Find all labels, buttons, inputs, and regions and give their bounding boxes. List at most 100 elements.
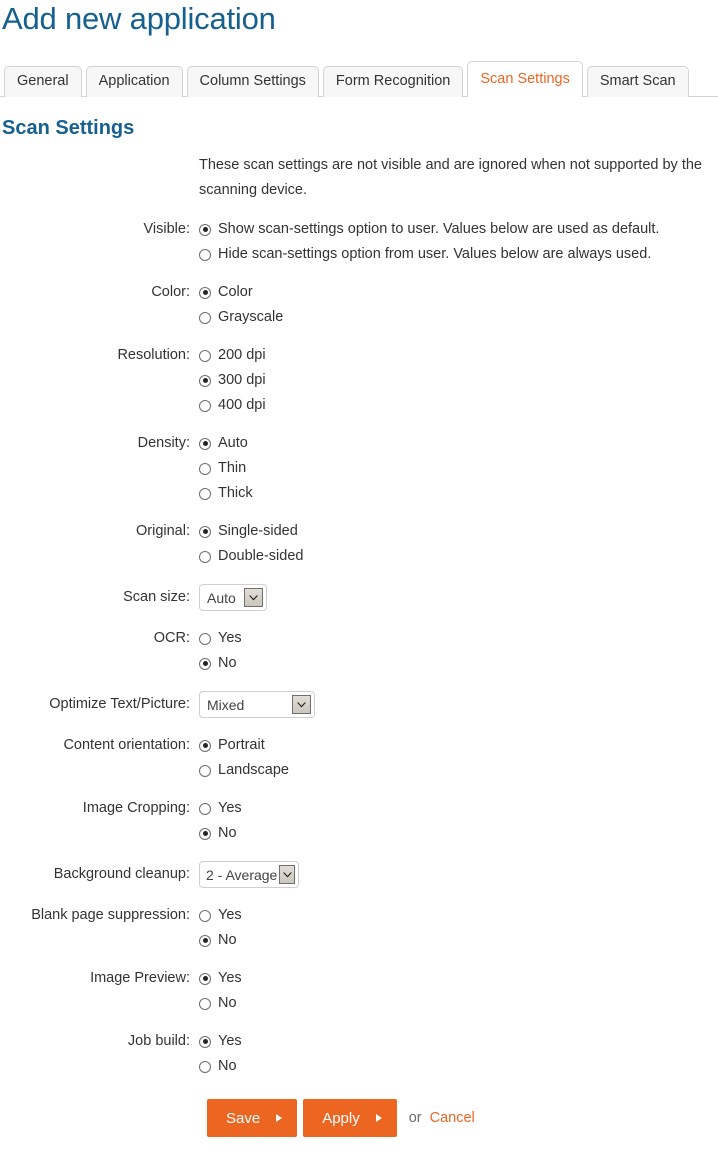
save-button-label: Save [226,1109,261,1127]
radio-blank-page-suppression-yes-icon[interactable] [199,909,211,922]
tab-application[interactable]: Application [85,66,183,97]
radio-image-preview-no-icon[interactable] [199,997,211,1010]
field-density: Density: Auto Thin Thick [0,431,718,506]
radio-ocr-yes-icon[interactable] [199,632,211,645]
apply-button-label: Apply [322,1109,360,1127]
option-job-build-yes[interactable]: Yes [199,1029,718,1054]
field-original: Original: Single-sided Double-sided [0,519,718,569]
intro-row: These scan settings are not visible and … [0,152,718,203]
radio-original-single-sided-icon[interactable] [199,525,211,538]
option-content-orientation-portrait[interactable]: Portrait [199,733,718,758]
tab-general[interactable]: General [4,66,82,97]
radio-color-color-icon[interactable] [199,286,211,299]
option-image-preview-yes[interactable]: Yes [199,966,718,991]
radio-density-thick-icon[interactable] [199,487,211,500]
option-resolution-400[interactable]: 400 dpi [199,393,718,418]
cancel-link[interactable]: Cancel [430,1110,475,1126]
option-label: No [218,1058,237,1074]
option-image-cropping-no[interactable]: No [199,821,718,846]
radio-blank-page-suppression-no-icon[interactable] [199,934,211,947]
radio-content-orientation-landscape-icon[interactable] [199,764,211,777]
option-label: Grayscale [218,309,284,325]
radio-density-auto-icon[interactable] [199,437,211,450]
option-label: Yes [218,907,242,923]
radio-original-double-sided-icon[interactable] [199,550,211,563]
option-visible-hide[interactable]: Hide scan-settings option from user. Val… [199,242,718,267]
option-blank-page-suppression-no[interactable]: No [199,928,718,953]
radio-job-build-yes-icon[interactable] [199,1035,211,1048]
option-label: Landscape [218,762,289,778]
option-original-double-sided[interactable]: Double-sided [199,544,718,569]
label-scan-size: Scan size: [123,589,190,605]
option-resolution-300[interactable]: 300 dpi [199,368,718,393]
scan-size-value: Auto [207,589,236,606]
option-label: Hide scan-settings option from user. Val… [218,246,652,262]
chevron-down-icon[interactable] [292,695,311,714]
option-color-color[interactable]: Color [199,280,718,305]
option-label: 200 dpi [218,347,266,363]
optimize-text-picture-value: Mixed [207,696,245,713]
chevron-down-icon[interactable] [244,588,263,607]
intro-text: These scan settings are not visible and … [199,157,702,198]
option-color-grayscale[interactable]: Grayscale [199,305,718,330]
radio-color-grayscale-icon[interactable] [199,311,211,324]
option-resolution-200[interactable]: 200 dpi [199,343,718,368]
field-content-orientation: Content orientation: Portrait Landscape [0,733,718,783]
option-visible-show[interactable]: Show scan-settings option to user. Value… [199,217,718,242]
option-label: No [218,655,237,671]
option-label: 300 dpi [218,372,266,388]
radio-visible-show-icon[interactable] [199,223,211,236]
option-label: No [218,932,237,948]
tab-smart-scan[interactable]: Smart Scan [586,66,689,97]
radio-content-orientation-portrait-icon[interactable] [199,739,211,752]
option-density-thick[interactable]: Thick [199,481,718,506]
option-label: 400 dpi [218,397,266,413]
optimize-text-picture-select[interactable]: Mixed [199,691,315,718]
scan-size-select[interactable]: Auto [199,584,267,611]
radio-image-cropping-no-icon[interactable] [199,827,211,840]
option-label: Thick [218,485,253,501]
radio-image-cropping-yes-icon[interactable] [199,802,211,815]
tab-bar: General Application Column Settings Form… [0,61,718,98]
radio-ocr-no-icon[interactable] [199,657,211,670]
scan-settings-form: These scan settings are not visible and … [0,152,718,1137]
radio-resolution-400-icon[interactable] [199,399,211,412]
tab-column-settings[interactable]: Column Settings [186,66,319,97]
option-original-single-sided[interactable]: Single-sided [199,519,718,544]
radio-resolution-300-icon[interactable] [199,374,211,387]
label-background-cleanup: Background cleanup: [53,866,190,882]
option-image-cropping-yes[interactable]: Yes [199,796,718,821]
radio-resolution-200-icon[interactable] [199,349,211,362]
label-image-cropping: Image Cropping: [82,800,190,816]
option-blank-page-suppression-yes[interactable]: Yes [199,903,718,928]
field-resolution: Resolution: 200 dpi 300 dpi 400 dpi [0,343,718,418]
section-heading: Scan Settings [2,117,135,139]
background-cleanup-select[interactable]: 2 - Average [199,861,299,888]
radio-visible-hide-icon[interactable] [199,248,211,261]
label-job-build: Job build: [127,1033,190,1049]
option-ocr-yes[interactable]: Yes [199,626,718,651]
option-density-auto[interactable]: Auto [199,431,718,456]
tab-form-recognition[interactable]: Form Recognition [322,66,464,97]
caret-right-icon [276,1114,283,1122]
option-label: Double-sided [218,548,304,564]
radio-density-thin-icon[interactable] [199,462,211,475]
label-resolution: Resolution: [117,347,190,363]
option-ocr-no[interactable]: No [199,651,718,676]
option-content-orientation-landscape[interactable]: Landscape [199,758,718,783]
tab-scan-settings[interactable]: Scan Settings [467,61,583,98]
apply-button[interactable]: Apply [303,1099,397,1137]
field-image-cropping: Image Cropping: Yes No [0,796,718,846]
background-cleanup-value: 2 - Average [206,866,278,883]
or-separator: or [408,1110,422,1126]
radio-image-preview-yes-icon[interactable] [199,972,211,985]
field-ocr: OCR: Yes No [0,626,718,676]
option-job-build-no[interactable]: No [199,1054,718,1079]
option-density-thin[interactable]: Thin [199,456,718,481]
option-image-preview-no[interactable]: No [199,991,718,1016]
radio-job-build-no-icon[interactable] [199,1060,211,1073]
label-blank-page-suppression: Blank page suppression: [31,907,190,923]
chevron-down-icon[interactable] [279,865,295,884]
save-button[interactable]: Save [207,1099,298,1137]
label-content-orientation: Content orientation: [63,737,190,753]
